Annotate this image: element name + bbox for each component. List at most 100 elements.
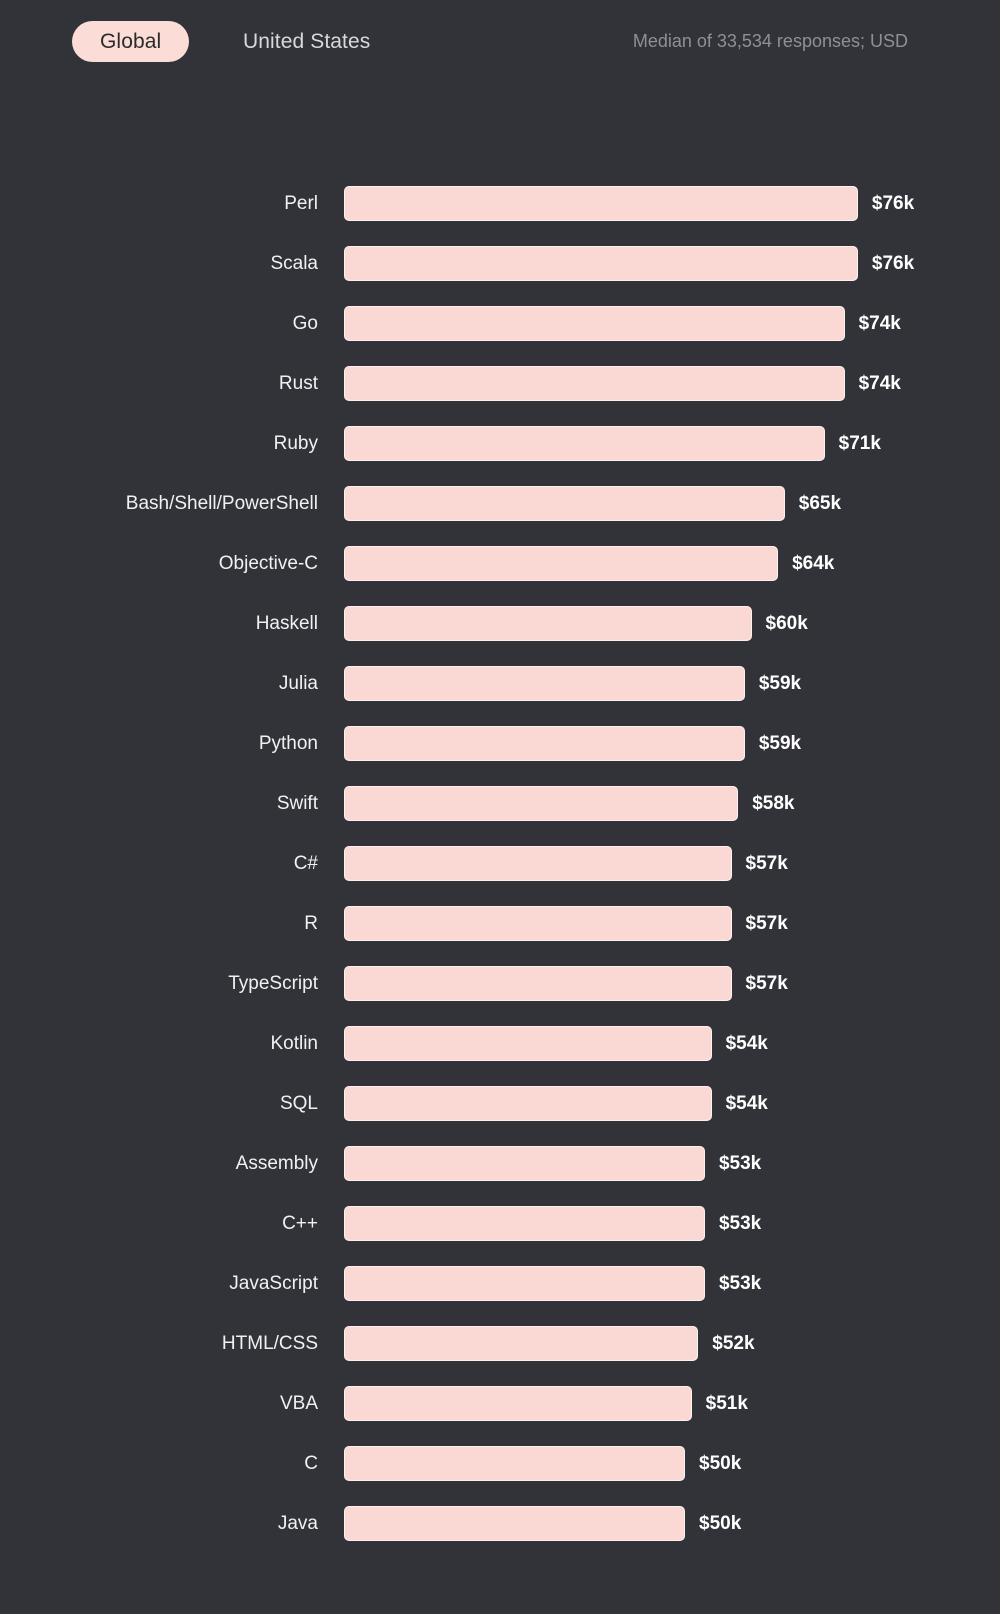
bar-row-label: Ruby bbox=[273, 433, 318, 454]
bar-value-label: $52k bbox=[712, 1333, 755, 1354]
bar-value-label: $74k bbox=[858, 373, 901, 394]
bar-track bbox=[344, 1326, 699, 1361]
bar-row[interactable]: VBA $51k bbox=[0, 1386, 1000, 1446]
bar-row-label: Kotlin bbox=[270, 1033, 318, 1054]
bar[interactable] bbox=[344, 546, 779, 581]
bar-track bbox=[344, 186, 858, 221]
bar-row[interactable]: Bash/Shell/PowerShell $65k bbox=[0, 486, 1000, 546]
bar-track bbox=[344, 1266, 705, 1301]
bar-row[interactable]: Assembly $53k bbox=[0, 1146, 1000, 1206]
bar-value-label: $76k bbox=[871, 253, 915, 274]
bar[interactable] bbox=[344, 846, 732, 881]
bar-track bbox=[344, 246, 858, 281]
bar-row[interactable]: Rust $74k bbox=[0, 366, 1000, 426]
bar-track bbox=[344, 426, 825, 461]
bar-row-label: Scala bbox=[270, 253, 318, 274]
bar-track bbox=[344, 906, 732, 941]
bar-row-label: Julia bbox=[278, 673, 318, 694]
bar-value-label: $54k bbox=[725, 1093, 768, 1114]
bar-row[interactable]: Haskell $60k bbox=[0, 606, 1000, 666]
bar[interactable] bbox=[344, 786, 739, 821]
bar-row[interactable]: SQL $54k bbox=[0, 1086, 1000, 1146]
bar[interactable] bbox=[344, 726, 745, 761]
bar-track bbox=[344, 666, 745, 701]
bar-row-label: Assembly bbox=[235, 1153, 318, 1174]
bar[interactable] bbox=[344, 1026, 712, 1061]
bar-value-label: $50k bbox=[699, 1513, 742, 1534]
bar-row[interactable]: Swift $58k bbox=[0, 786, 1000, 846]
bar-value-label: $57k bbox=[745, 973, 788, 994]
bar-track bbox=[344, 1026, 712, 1061]
bar-value-label: $54k bbox=[725, 1033, 768, 1054]
bar-track bbox=[344, 1206, 705, 1241]
bar-value-label: $59k bbox=[758, 673, 802, 694]
bar[interactable] bbox=[344, 906, 732, 941]
bar-row-label: C bbox=[304, 1453, 318, 1474]
chart-header: Global United States Median of 33,534 re… bbox=[0, 0, 1000, 100]
bar-row[interactable]: Ruby $71k bbox=[0, 426, 1000, 486]
bar-row-label: Python bbox=[258, 733, 318, 754]
bar-row[interactable]: C++ $53k bbox=[0, 1206, 1000, 1266]
tab-global[interactable]: Global bbox=[72, 21, 190, 62]
bar-row-label: Swift bbox=[276, 793, 318, 814]
bar-row[interactable]: Java $50k bbox=[0, 1506, 1000, 1566]
bar-value-label: $64k bbox=[792, 553, 835, 574]
bar[interactable] bbox=[344, 306, 845, 341]
bar-value-label: $74k bbox=[858, 313, 901, 334]
bar-row[interactable]: Kotlin $54k bbox=[0, 1026, 1000, 1086]
bar-row[interactable]: C $50k bbox=[0, 1446, 1000, 1506]
bar-track bbox=[344, 1086, 712, 1121]
bar-row-label: Objective-C bbox=[218, 553, 318, 574]
bar-track bbox=[344, 606, 752, 641]
bar[interactable] bbox=[344, 666, 745, 701]
bar-row-label: Go bbox=[292, 313, 318, 334]
bar[interactable] bbox=[344, 1146, 705, 1181]
bar[interactable] bbox=[344, 1326, 699, 1361]
bar-track bbox=[344, 966, 732, 1001]
bar[interactable] bbox=[344, 1206, 705, 1241]
bar[interactable] bbox=[344, 1086, 712, 1121]
bar-row[interactable]: C# $57k bbox=[0, 846, 1000, 906]
bar-row-label: JavaScript bbox=[229, 1273, 318, 1294]
bar-track bbox=[344, 1146, 705, 1181]
bar-value-label: $58k bbox=[752, 793, 795, 814]
bar-track bbox=[344, 786, 739, 821]
bar-value-label: $65k bbox=[798, 493, 842, 514]
bar[interactable] bbox=[344, 1506, 685, 1541]
bar-row-label: Rust bbox=[278, 373, 318, 394]
bar-value-label: $57k bbox=[745, 913, 788, 934]
bar-track bbox=[344, 846, 732, 881]
tab-united-states[interactable]: United States bbox=[243, 21, 370, 62]
bar[interactable] bbox=[344, 966, 732, 1001]
bar[interactable] bbox=[344, 366, 845, 401]
bar-row-label: C++ bbox=[282, 1213, 318, 1234]
bar-track bbox=[344, 306, 845, 341]
bar-row-label: C# bbox=[293, 853, 318, 874]
bar-row[interactable]: Perl $76k bbox=[0, 186, 1000, 246]
bar-row[interactable]: Julia $59k bbox=[0, 666, 1000, 726]
bar-row[interactable]: JavaScript $53k bbox=[0, 1266, 1000, 1326]
bar-row-label: TypeScript bbox=[228, 973, 318, 994]
bar-row[interactable]: Scala $76k bbox=[0, 246, 1000, 306]
bar-track bbox=[344, 1446, 685, 1481]
bar-row-label: VBA bbox=[279, 1393, 318, 1414]
bar[interactable] bbox=[344, 1386, 692, 1421]
bar-row-label: Haskell bbox=[255, 613, 318, 634]
bar-row[interactable]: Go $74k bbox=[0, 306, 1000, 366]
bar-row[interactable]: Python $59k bbox=[0, 726, 1000, 786]
bar-value-label: $60k bbox=[765, 613, 808, 634]
bar[interactable] bbox=[344, 186, 858, 221]
bar[interactable] bbox=[344, 486, 785, 521]
bar[interactable] bbox=[344, 1266, 705, 1301]
bar-track bbox=[344, 726, 745, 761]
bar-row[interactable]: TypeScript $57k bbox=[0, 966, 1000, 1026]
bar[interactable] bbox=[344, 1446, 685, 1481]
bar[interactable] bbox=[344, 426, 825, 461]
bar-row[interactable]: Objective-C $64k bbox=[0, 546, 1000, 606]
bar[interactable] bbox=[344, 606, 752, 641]
bar-row[interactable]: R $57k bbox=[0, 906, 1000, 966]
bar-value-label: $53k bbox=[718, 1273, 762, 1294]
bar-row[interactable]: HTML/CSS $52k bbox=[0, 1326, 1000, 1386]
bar[interactable] bbox=[344, 246, 858, 281]
bar-row-label: SQL bbox=[279, 1093, 318, 1114]
